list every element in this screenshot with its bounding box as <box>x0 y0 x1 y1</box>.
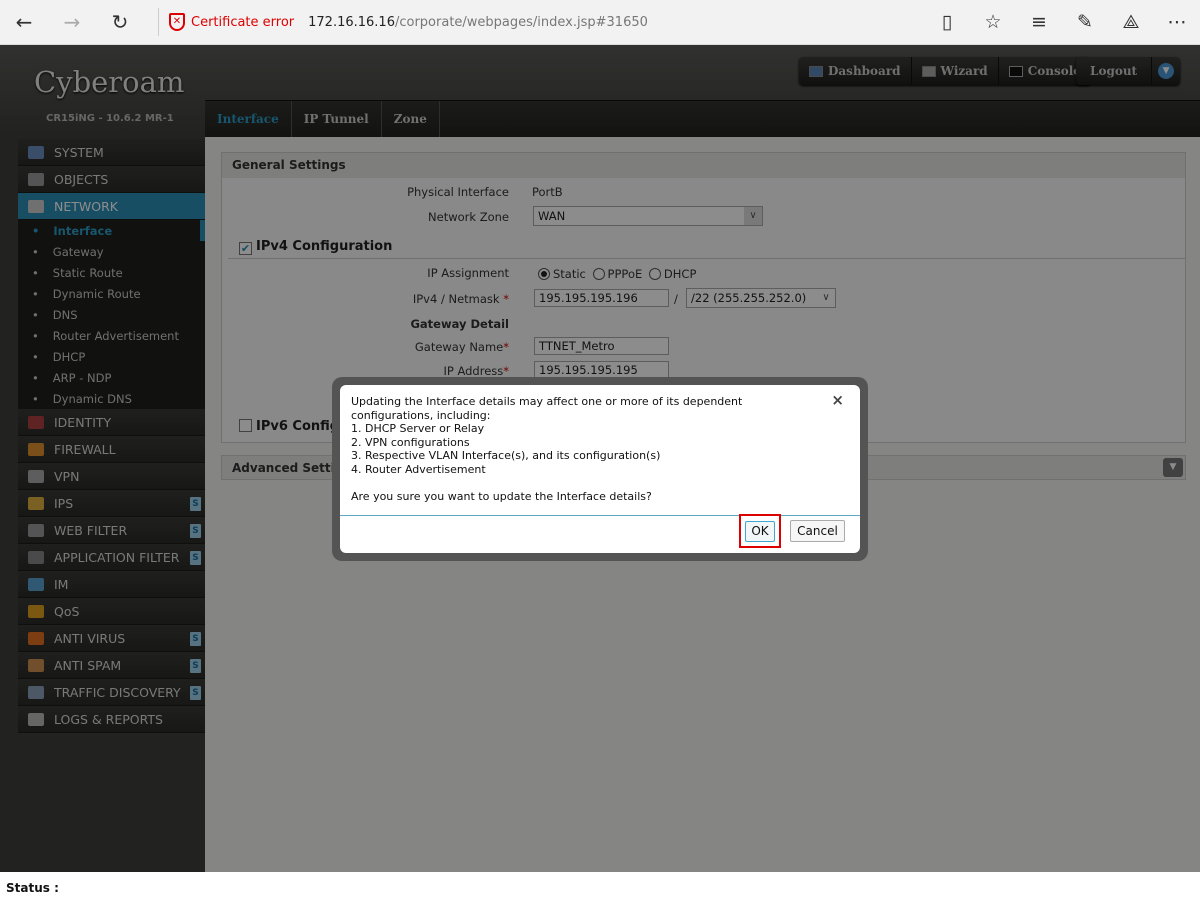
status-bar: Status : <box>0 872 1200 900</box>
browser-toolbar: ← → ↻ ✕ Certificate error 172.16.16.16/c… <box>0 0 1200 45</box>
web-note-icon[interactable]: ✎ <box>1062 11 1108 33</box>
message-line: 4. Router Advertisement <box>351 462 486 476</box>
refresh-icon[interactable]: ↻ <box>96 10 144 34</box>
back-icon[interactable]: ← <box>0 10 48 34</box>
dialog-question: Are you sure you want to update the Inte… <box>351 489 652 503</box>
message-line: 3. Respective VLAN Interface(s), and its… <box>351 449 661 462</box>
certificate-error-icon: ✕ <box>169 13 185 31</box>
url-path: /corporate/webpages/index.jsp#31650 <box>394 14 648 30</box>
favorite-star-icon[interactable]: ☆ <box>970 11 1016 33</box>
certificate-error[interactable]: Certificate error <box>191 15 294 30</box>
reading-view-icon[interactable]: ▯ <box>924 11 970 33</box>
url[interactable]: 172.16.16.16/corporate/webpages/index.js… <box>308 15 648 30</box>
confirm-dialog: × Updating the Interface details may aff… <box>332 377 868 561</box>
hub-icon[interactable]: ≡ <box>1016 11 1062 33</box>
ok-button[interactable]: OK <box>745 521 775 542</box>
ok-highlight: OK <box>739 514 781 548</box>
url-host: 172.16.16.16 <box>308 14 395 30</box>
message-line: 2. VPN configurations <box>351 435 470 449</box>
cancel-button[interactable]: Cancel <box>790 520 845 542</box>
message-line: configurations, including: <box>351 408 491 422</box>
close-icon[interactable]: × <box>831 391 844 409</box>
more-icon[interactable]: ⋯ <box>1154 11 1200 33</box>
forward-icon[interactable]: → <box>48 10 96 34</box>
dialog-footer: OK Cancel <box>340 514 860 553</box>
address-bar[interactable]: ✕ Certificate error 172.16.16.16/corpora… <box>158 8 924 36</box>
message-line: Updating the Interface details may affec… <box>351 395 743 408</box>
share-icon[interactable]: ⟁ <box>1108 11 1154 33</box>
message-line: 1. DHCP Server or Relay <box>351 422 485 435</box>
dialog-message: Updating the Interface details may affec… <box>340 385 860 515</box>
